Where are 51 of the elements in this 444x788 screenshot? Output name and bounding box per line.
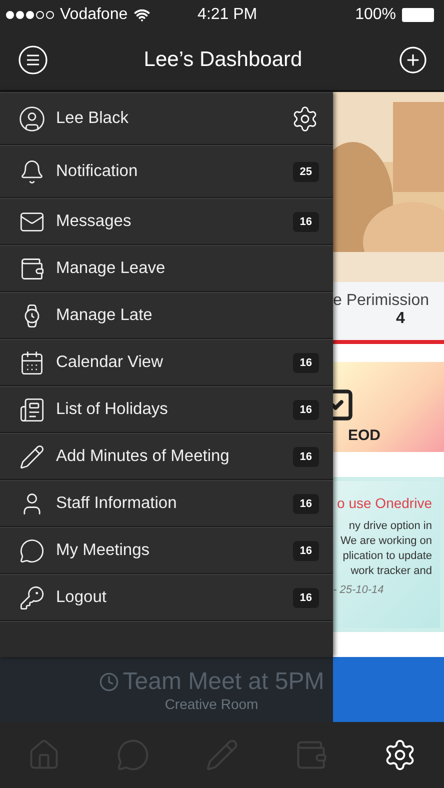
stat-label: e Perimission [333,292,430,310]
menu-item[interactable]: List of Holidays 16 [0,386,333,433]
menu-item[interactable]: Manage Late [0,292,333,339]
wallet-icon [19,256,45,282]
menu-item[interactable]: Logout 16 [0,574,333,621]
notice-text: work tracker and [350,565,432,577]
chat-icon [19,538,45,564]
profile-name: Lee Black [56,109,130,128]
count-badge: 16 [292,588,319,608]
notice-text: plication to update [342,550,432,562]
count-badge: 25 [292,162,319,182]
user-icon [18,104,46,132]
menu-item[interactable]: My Meetings 16 [0,527,333,574]
settings-button[interactable] [291,104,319,132]
notice-text: We are working on [340,535,432,547]
wifi-icon [134,7,150,23]
screen-title: Lee’s Dashboard [144,48,302,72]
notice-title: o use Onedrive [337,495,432,511]
meeting-title: Team Meet at 5PM [98,668,324,696]
meeting-room: Creative Room [164,696,258,712]
key-icon [19,584,45,610]
battery-percent: 100% [355,6,396,24]
count-badge: 16 [292,352,319,372]
count-badge: 16 [292,540,319,560]
menu-item[interactable]: Notification 25 [0,145,333,198]
pencil-icon [19,444,45,470]
menu-item[interactable]: Messages 16 [0,198,333,245]
task-card[interactable]: EOD [333,362,444,452]
count-badge: 16 [292,446,319,466]
battery-icon [402,8,434,22]
bell-icon [19,158,45,184]
notice-text: ny drive option in [348,520,432,532]
stat-value: 4 [396,310,405,328]
notice-date: - 25-10-14 [333,584,384,596]
status-time: 4:21 PM [196,6,258,24]
signal-icon [6,11,54,19]
carrier-name: Vodafone [60,6,128,24]
count-badge: 16 [292,212,319,232]
task-label: EOD [348,427,382,444]
menu-item[interactable]: Add Minutes of Meeting 16 [0,433,333,480]
menu-button[interactable] [18,45,48,75]
profile-row[interactable]: Lee Black [0,92,333,145]
clock-icon [98,672,119,692]
count-badge: 16 [292,400,319,420]
newspaper-icon [19,396,45,422]
menu-item[interactable]: Calendar View 16 [0,339,333,386]
menu-item[interactable]: Manage Leave [0,245,333,292]
count-badge: 16 [292,494,319,514]
calendar-icon [19,350,45,376]
menu-item[interactable]: Staff Information 16 [0,480,333,527]
add-button[interactable] [398,45,428,75]
